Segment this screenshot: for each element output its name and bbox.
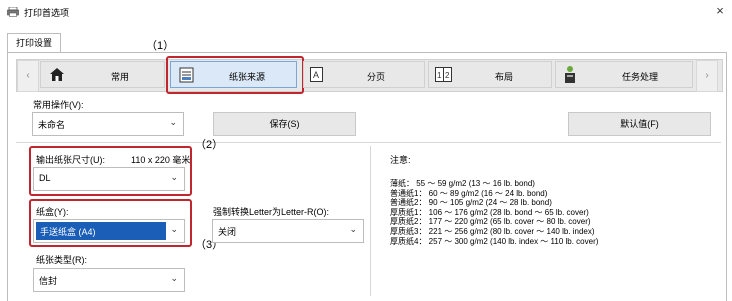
page-a-icon: A xyxy=(310,67,323,82)
notes-line: 薄纸： 55 ～ 59 g/m2 (13 ～ 16 lb. bond) xyxy=(390,179,535,188)
chevron-down-icon: ⌄ xyxy=(170,273,178,283)
ribbon-tab-layout[interactable]: 1 2 布局 xyxy=(428,61,552,88)
notes-line: 厚质纸1： 106 ～ 176 g/m2 (28 lb. bond ～ 65 l… xyxy=(390,207,589,217)
svg-text:2: 2 xyxy=(445,71,450,80)
callout-box-2 xyxy=(29,146,192,196)
ribbon-tab-label: 任务处理 xyxy=(622,72,659,82)
paper-type-value: 信封 xyxy=(39,276,58,286)
notes-line: 厚质纸2： 177 ～ 220 g/m2 (65 lb. cover ～ 80 … xyxy=(390,217,591,227)
section-divider xyxy=(16,142,721,143)
tab-print-settings[interactable]: 打印设置 xyxy=(7,33,61,53)
callout-box-1 xyxy=(166,56,304,94)
vertical-divider xyxy=(370,146,371,296)
notes-line: 普通纸2： 90 ～ 105 g/m2 (24 ～ 28 lb. bond) xyxy=(390,198,552,208)
notes-line: 厚质纸3： 221 ～ 256 g/m2 (80 lb. cover ～ 140… xyxy=(390,226,595,236)
layout-1-2-icon: 1 2 xyxy=(435,67,452,82)
paper-type-select[interactable]: 信封 ⌄ xyxy=(33,268,185,292)
callout-label-1: （1） xyxy=(146,40,175,52)
force-convert-select[interactable]: 关闭 ⌄ xyxy=(212,219,364,243)
chevron-down-icon: ⌄ xyxy=(349,224,357,234)
stapler-icon xyxy=(565,66,575,83)
force-convert-value: 关闭 xyxy=(218,227,237,237)
default-button[interactable]: 默认值(F) xyxy=(568,112,711,136)
force-convert-label: 强制转换Letter为Letter-R(O): xyxy=(213,207,330,217)
printer-icon xyxy=(7,7,19,17)
paper-type-label: 纸张类型(R): xyxy=(36,255,87,265)
svg-text:A: A xyxy=(313,70,319,80)
window-title: 打印首选项 xyxy=(24,8,70,18)
notes-title: 注意: xyxy=(390,155,411,165)
close-button[interactable]: × xyxy=(712,3,728,19)
notes-list: 薄纸： 55 ～ 59 g/m2 (13 ～ 16 lb. bond) 普通纸1… xyxy=(390,179,720,246)
ribbon-next-button[interactable]: › xyxy=(696,60,718,92)
title-bar xyxy=(0,0,732,24)
ribbon-tab-label: 布局 xyxy=(495,72,514,82)
ribbon-prev-button[interactable]: ‹ xyxy=(17,60,39,92)
common-ops-select[interactable]: 未命名 ⌄ xyxy=(32,112,184,136)
callout-box-3 xyxy=(29,199,192,247)
svg-text:1: 1 xyxy=(437,71,442,80)
notes-line: 普通纸1： 60 ～ 89 g/m2 (16 ～ 24 lb. bond) xyxy=(390,188,548,198)
ribbon-tab-label: 分页 xyxy=(367,72,386,82)
chevron-down-icon: ⌄ xyxy=(169,117,177,127)
ribbon-tab-common[interactable]: 常用 xyxy=(40,61,165,88)
common-ops-label: 常用操作(V): xyxy=(33,100,84,110)
common-ops-value: 未命名 xyxy=(38,120,66,130)
notes-line: 厚质纸4： 257 ～ 300 g/m2 (140 lb. index ～ 11… xyxy=(390,236,599,246)
save-button[interactable]: 保存(S) xyxy=(213,112,356,136)
callout-label-2: （2） xyxy=(195,139,224,151)
ribbon-tab-job-handling[interactable]: 任务处理 xyxy=(555,61,693,88)
ribbon-tab-pagination[interactable]: A 分页 xyxy=(303,61,425,88)
home-icon xyxy=(50,68,64,81)
ribbon-tab-label: 常用 xyxy=(111,72,130,82)
